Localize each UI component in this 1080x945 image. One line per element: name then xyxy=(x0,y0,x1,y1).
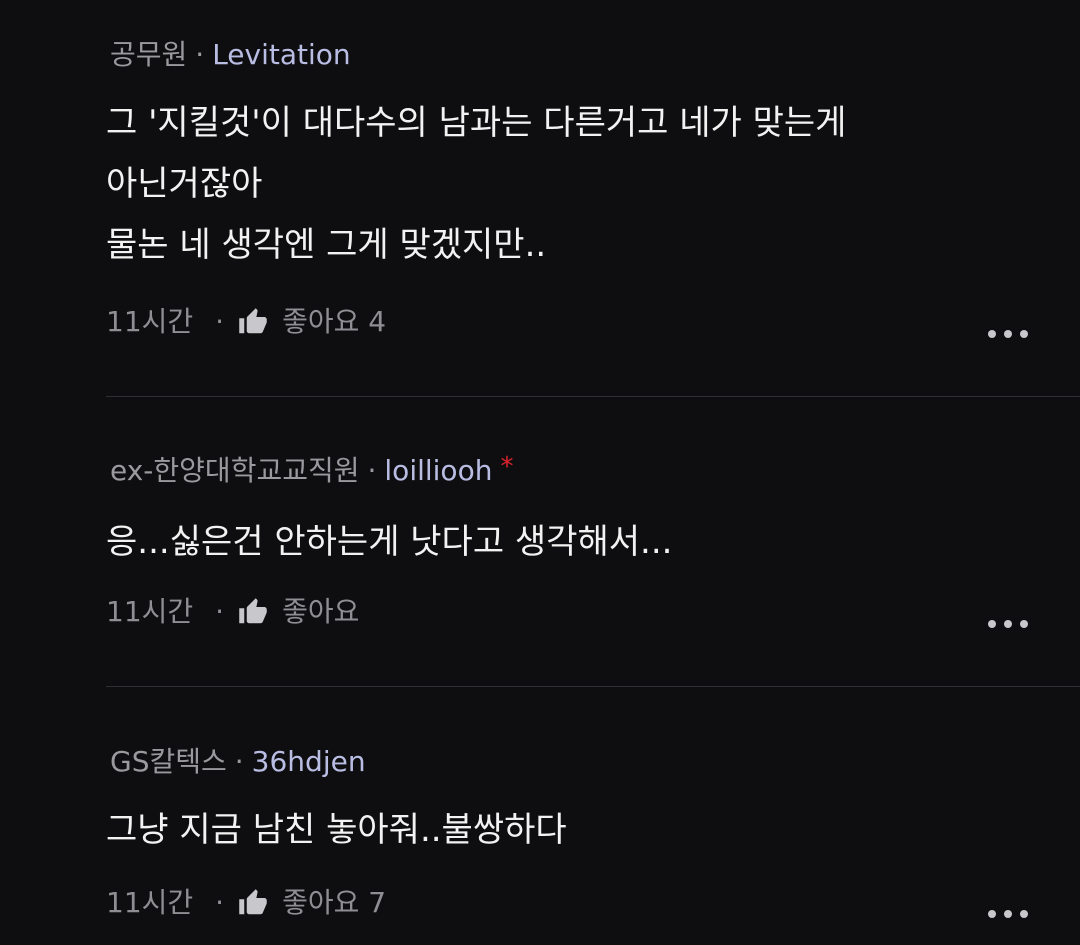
comment-author[interactable]: 공무원 · Levitation xyxy=(110,38,351,72)
footer-separator: · xyxy=(215,305,225,338)
more-dot xyxy=(988,910,996,918)
author-company: ex-한양대학교교직원 xyxy=(110,454,360,487)
more-dot xyxy=(1020,330,1028,338)
comment-text-line: 응...싫은건 안하는게 낫다고 생각해서... xyxy=(106,522,673,562)
comment-footer: 11시간 · 좋아요 xyxy=(106,595,359,629)
meta-separator: · xyxy=(195,38,205,71)
footer-separator: · xyxy=(215,886,225,919)
comment-divider xyxy=(106,396,1080,397)
author-nickname[interactable]: 36hdjen xyxy=(252,745,366,778)
comment-text: 응...싫은건 안하는게 낫다고 생각해서... xyxy=(106,512,672,573)
more-options-button[interactable] xyxy=(988,909,1028,919)
comment-feed: 공무원 · Levitation 그 '지킬것'이 대다수의 남과는 다른거고 네가… xyxy=(0,0,1080,945)
comment-footer: 11시간 · 좋아요 4 xyxy=(106,305,386,339)
comment-text-line: 아닌거잖아 xyxy=(106,164,263,204)
comment-divider xyxy=(106,686,1080,687)
like-button[interactable]: 좋아요 4 xyxy=(282,305,386,339)
footer-separator: · xyxy=(215,595,225,628)
comment-author[interactable]: ex-한양대학교교직원 · loilliooh * xyxy=(110,452,514,488)
more-options-button[interactable] xyxy=(988,329,1028,339)
more-dot xyxy=(988,620,996,628)
more-dot xyxy=(1004,330,1012,338)
more-options-button[interactable] xyxy=(988,619,1028,629)
comment-text-line: 그 '지킬것'이 대다수의 남과는 다른거고 네가 맞는게 xyxy=(106,103,847,143)
like-button[interactable]: 좋아요 7 xyxy=(282,886,386,920)
comment-text-line: 물논 네 생각엔 그게 맞겠지만.. xyxy=(106,225,547,265)
comment-time: 11시간 xyxy=(106,305,194,338)
thumbs-up-icon[interactable] xyxy=(238,888,268,918)
thumbs-up-icon[interactable] xyxy=(238,597,268,627)
author-nickname[interactable]: loilliooh xyxy=(384,454,492,487)
comment-footer: 11시간 · 좋아요 7 xyxy=(106,886,386,920)
thumbs-up-icon[interactable] xyxy=(238,307,268,337)
comment-text: 그 '지킬것'이 대다수의 남과는 다른거고 네가 맞는게 아닌거잖아 물논 네… xyxy=(106,93,846,276)
more-dot xyxy=(1004,910,1012,918)
author-company: GS칼텍스 xyxy=(110,745,227,778)
more-dot xyxy=(1020,910,1028,918)
author-company: 공무원 xyxy=(110,38,188,71)
author-nickname[interactable]: Levitation xyxy=(212,38,350,71)
like-button[interactable]: 좋아요 xyxy=(282,595,359,629)
more-dot xyxy=(988,330,996,338)
comment-author[interactable]: GS칼텍스 · 36hdjen xyxy=(110,745,366,779)
meta-separator: · xyxy=(234,745,244,778)
comment-text-line: 그냥 지금 남친 놓아줘..불쌍하다 xyxy=(106,810,567,850)
comment-time: 11시간 xyxy=(106,595,194,628)
comment-time: 11시간 xyxy=(106,886,194,919)
meta-separator: · xyxy=(367,454,377,487)
comment-text: 그냥 지금 남친 놓아줘..불쌍하다 xyxy=(106,800,567,861)
author-marker: * xyxy=(500,452,514,482)
more-dot xyxy=(1004,620,1012,628)
more-dot xyxy=(1020,620,1028,628)
